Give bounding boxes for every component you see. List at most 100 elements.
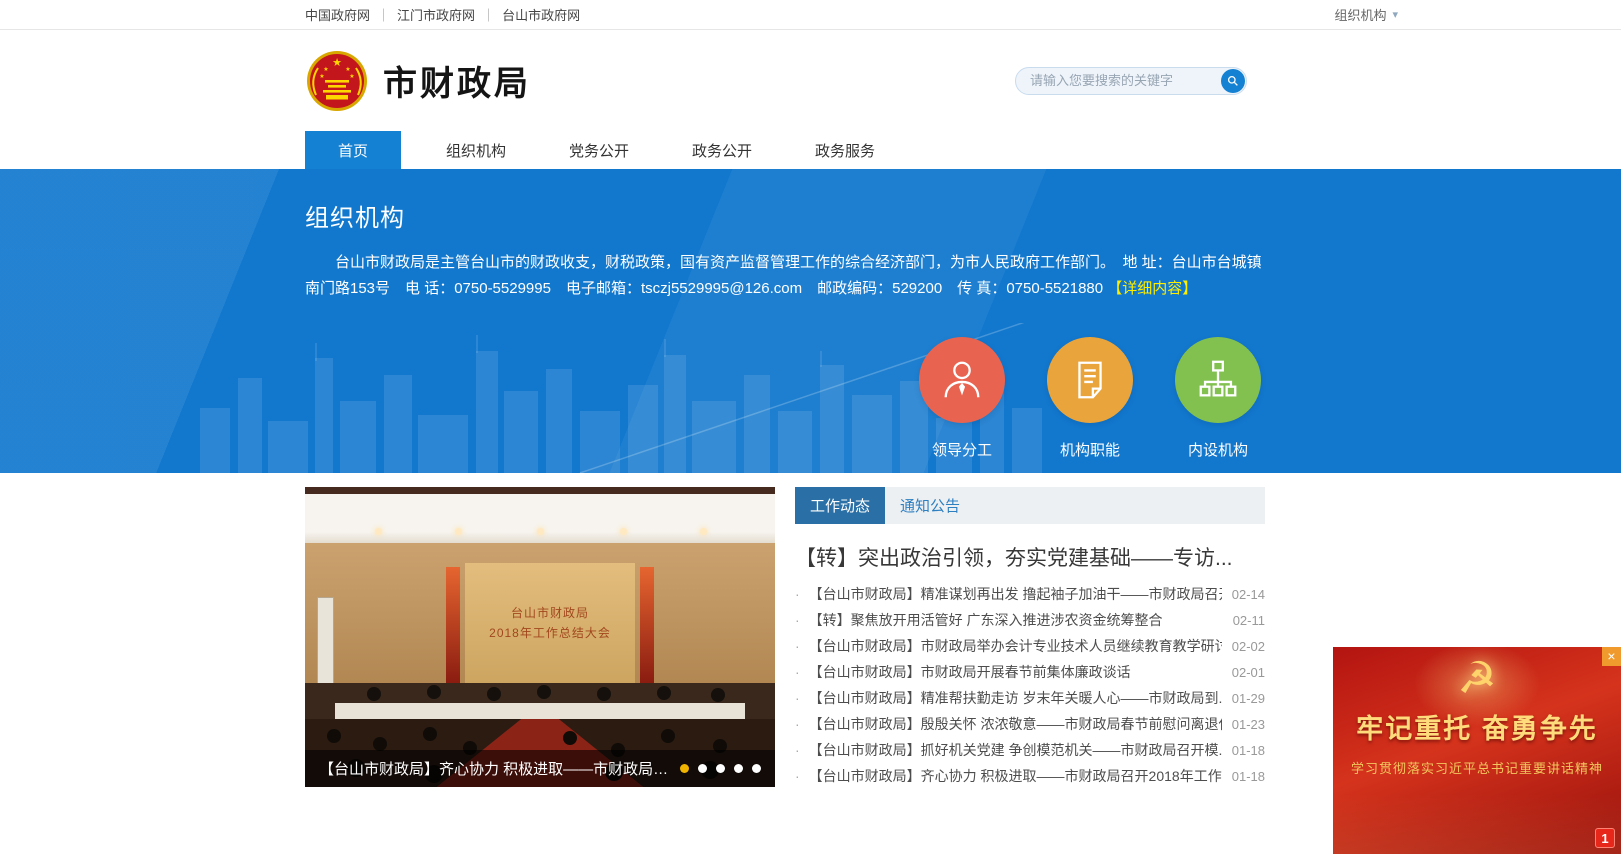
link-separator: ｜ — [482, 5, 495, 24]
news-item-date: 02-11 — [1233, 613, 1265, 628]
tab-work-news[interactable]: 工作动态 — [795, 487, 885, 524]
news-item-date: 02-14 — [1232, 587, 1265, 602]
quick-link-label: 内设机构 — [1188, 439, 1248, 460]
chevron-down-icon: ▾ — [1392, 8, 1398, 21]
popup-banner[interactable]: × ☭ 牢记重托 奋勇争先 学习贯彻落实习近平总书记重要讲话精神 1 — [1333, 647, 1621, 854]
photo-red-strip — [446, 567, 460, 683]
news-item-title: 【转】聚焦放开用活管好 广东深入推进涉农资金统筹整合 — [809, 610, 1223, 630]
news-tabs: 工作动态 通知公告 — [795, 487, 1265, 524]
svg-text:★: ★ — [323, 66, 328, 73]
site-header: ★ ★ ★ ★ ★ 市财政局 — [0, 30, 1621, 131]
tab-gov-affairs[interactable]: 政务公开 — [674, 131, 770, 169]
close-icon[interactable]: × — [1602, 647, 1621, 666]
tab-notices[interactable]: 通知公告 — [885, 487, 975, 524]
detail-link[interactable]: 【详细内容】 — [1107, 280, 1197, 297]
carousel-dot[interactable] — [680, 764, 689, 773]
bullet: · — [795, 742, 800, 758]
news-item-date: 02-01 — [1232, 665, 1265, 680]
carousel-caption-bar: 【台山市财政局】齐心协力 积极进取——市财政局召... — [305, 750, 775, 787]
main-content: 台山市财政局 2018年工作总结大会 【台山市财政局】齐心协力 积极进取——市财… — [305, 473, 1265, 789]
carousel-dot[interactable] — [698, 764, 707, 773]
bullet: · — [795, 664, 800, 680]
news-headline[interactable]: 【转】突出政治引领，夯实党建基础——专访... — [795, 542, 1265, 572]
organization-banner: 组织机构 台山市财政局是主管台山市的财政收支，财税政策，国有资产监督管理工作的综… — [0, 169, 1621, 473]
popup-badge: 1 — [1595, 828, 1615, 848]
orgchart-icon — [1175, 337, 1261, 423]
popup-title: 牢记重托 奋勇争先 — [1333, 707, 1621, 746]
link-jiangmen-gov[interactable]: 江门市政府网 — [397, 5, 475, 24]
news-item[interactable]: · 【台山市财政局】抓好机关党建 争创模范机关——市财政局召开模... 01-1… — [795, 737, 1265, 763]
party-emblem-icon: ☭ — [1333, 653, 1621, 705]
photo-screen-line2: 2018年工作总结大会 — [489, 623, 611, 643]
quick-link-label: 领导分工 — [932, 439, 992, 460]
carousel-dot[interactable] — [716, 764, 725, 773]
svg-text:★: ★ — [319, 73, 324, 80]
news-panel: 工作动态 通知公告 【转】突出政治引领，夯实党建基础——专访... · 【台山市… — [795, 487, 1265, 789]
quick-link-internal-depts[interactable]: 内设机构 — [1175, 337, 1261, 460]
news-item-title: 【台山市财政局】市财政局举办会计专业技术人员继续教育教学研讨... — [809, 636, 1222, 656]
photo-table — [335, 703, 745, 719]
bullet: · — [795, 690, 800, 706]
topbar-org-menu[interactable]: 组织机构 ▾ — [1334, 5, 1398, 24]
tab-home[interactable]: 首页 — [305, 131, 401, 169]
search-button[interactable] — [1221, 69, 1245, 93]
popup-subtitle: 学习贯彻落实习近平总书记重要讲话精神 — [1333, 758, 1621, 777]
government-site-links: 中国政府网 ｜ 江门市政府网 ｜ 台山市政府网 — [305, 5, 580, 24]
news-item-date: 01-29 — [1232, 691, 1265, 706]
photo-ac-unit — [317, 597, 334, 685]
national-emblem-logo: ★ ★ ★ ★ ★ — [305, 49, 369, 113]
bullet: · — [795, 612, 800, 628]
svg-text:★: ★ — [349, 73, 354, 80]
photo-ceiling — [305, 487, 775, 543]
news-item-title: 【台山市财政局】精准谋划再出发 撸起袖子加油干——市财政局召开... — [809, 584, 1222, 604]
carousel[interactable]: 台山市财政局 2018年工作总结大会 【台山市财政局】齐心协力 积极进取——市财… — [305, 487, 775, 787]
news-item[interactable]: · 【台山市财政局】市财政局开展春节前集体廉政谈话 02-01 — [795, 659, 1265, 685]
news-item-date: 01-18 — [1232, 743, 1265, 758]
tab-gov-services[interactable]: 政务服务 — [797, 131, 893, 169]
tab-party-affairs[interactable]: 党务公开 — [551, 131, 647, 169]
quick-links: 领导分工 机构职能 — [919, 337, 1261, 460]
news-item[interactable]: · 【台山市财政局】殷殷关怀 浓浓敬意——市财政局春节前慰问离退休... 01-… — [795, 711, 1265, 737]
photo-projection-screen: 台山市财政局 2018年工作总结大会 — [465, 563, 635, 683]
link-separator: ｜ — [377, 5, 390, 24]
quick-link-leadership[interactable]: 领导分工 — [919, 337, 1005, 460]
carousel-dot[interactable] — [752, 764, 761, 773]
news-item-title: 【台山市财政局】殷殷关怀 浓浓敬意——市财政局春节前慰问离退休... — [809, 714, 1222, 734]
news-item-date: 01-18 — [1232, 769, 1265, 784]
news-item[interactable]: · 【台山市财政局】精准帮扶勤走访 岁末年关暖人心——市财政局到... 01-2… — [795, 685, 1265, 711]
news-item-title: 【台山市财政局】齐心协力 积极进取——市财政局召开2018年工作总... — [809, 766, 1222, 786]
news-item-date: 02-02 — [1232, 639, 1265, 654]
photo-screen-line1: 台山市财政局 — [511, 603, 589, 623]
bullet: · — [795, 768, 800, 784]
news-item[interactable]: · 【转】聚焦放开用活管好 广东深入推进涉农资金统筹整合 02-11 — [795, 607, 1265, 633]
link-taishan-gov[interactable]: 台山市政府网 — [502, 5, 580, 24]
quick-link-functions[interactable]: 机构职能 — [1047, 337, 1133, 460]
tab-organization[interactable]: 组织机构 — [428, 131, 524, 169]
news-item[interactable]: · 【台山市财政局】齐心协力 积极进取——市财政局召开2018年工作总... 0… — [795, 763, 1265, 789]
main-navigation: 首页 组织机构 党务公开 政务公开 政务服务 — [0, 131, 1621, 169]
carousel-caption: 【台山市财政局】齐心协力 积极进取——市财政局召... — [319, 758, 670, 779]
svg-text:★: ★ — [345, 66, 350, 73]
banner-intro: 台山市财政局是主管台山市的财政收支，财税政策，国有资产监督管理工作的综合经济部门… — [305, 250, 1263, 302]
person-icon — [919, 337, 1005, 423]
news-list: · 【台山市财政局】精准谋划再出发 撸起袖子加油干——市财政局召开... 02-… — [795, 581, 1265, 789]
document-icon — [1047, 337, 1133, 423]
search-input[interactable] — [1015, 67, 1247, 95]
news-item-date: 01-23 — [1232, 717, 1265, 732]
photo-red-strip — [640, 567, 654, 683]
search-box — [1015, 67, 1247, 95]
news-item-title: 【台山市财政局】精准帮扶勤走访 岁末年关暖人心——市财政局到... — [809, 688, 1222, 708]
topbar-org-menu-label: 组织机构 — [1334, 5, 1386, 24]
carousel-dot[interactable] — [734, 764, 743, 773]
quick-link-label: 机构职能 — [1060, 439, 1120, 460]
carousel-dots — [680, 764, 761, 773]
news-item[interactable]: · 【台山市财政局】精准谋划再出发 撸起袖子加油干——市财政局召开... 02-… — [795, 581, 1265, 607]
search-icon — [1226, 74, 1240, 88]
bullet: · — [795, 638, 800, 654]
banner-heading: 组织机构 — [305, 169, 1265, 233]
topbar: 中国政府网 ｜ 江门市政府网 ｜ 台山市政府网 组织机构 ▾ — [0, 0, 1621, 30]
news-item-title: 【台山市财政局】抓好机关党建 争创模范机关——市财政局召开模... — [809, 740, 1222, 760]
news-item-title: 【台山市财政局】市财政局开展春节前集体廉政谈话 — [809, 662, 1222, 682]
link-china-gov[interactable]: 中国政府网 — [305, 5, 370, 24]
news-item[interactable]: · 【台山市财政局】市财政局举办会计专业技术人员继续教育教学研讨... 02-0… — [795, 633, 1265, 659]
